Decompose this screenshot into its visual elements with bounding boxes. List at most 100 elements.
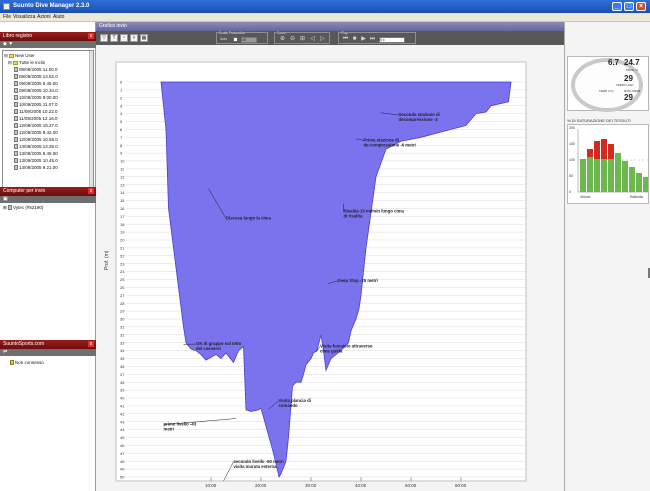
x-tick-label: 30:00 bbox=[305, 483, 317, 488]
y-tick-label: 46 bbox=[120, 443, 125, 448]
y-tick-label: 26 bbox=[120, 285, 125, 290]
minimize-icon[interactable]: _ bbox=[612, 2, 622, 11]
menu-actions[interactable]: Azioni bbox=[37, 14, 51, 21]
rewind-icon[interactable]: ⏮ bbox=[342, 36, 349, 43]
zoom-out-icon[interactable]: ⊖ bbox=[289, 36, 296, 43]
y-axis-label: Prof. (m) bbox=[104, 250, 110, 270]
maximize-icon[interactable]: □ bbox=[624, 2, 634, 11]
dive-icon bbox=[14, 158, 18, 163]
tree-scrollbar[interactable] bbox=[89, 51, 93, 187]
menu-view[interactable]: Visualizza bbox=[13, 14, 35, 21]
y-tick-label: 32 bbox=[120, 332, 125, 337]
y-tick-label: 42 bbox=[120, 411, 125, 416]
gauge-value-duration: 29 bbox=[624, 93, 633, 102]
y-tick-label: 13 bbox=[120, 182, 125, 187]
y-tick-label: 29 bbox=[120, 309, 125, 314]
right-panel: 6.7 24.7 PROF. m 29 TEMPO ASC TEMP (°C) … bbox=[564, 22, 650, 491]
computer-list: ⊞ Vytec (#52190) bbox=[2, 203, 94, 338]
depth-scale-input[interactable]: 45 bbox=[241, 37, 257, 43]
pin-icon[interactable]: x bbox=[88, 341, 94, 347]
tree-dive-entry[interactable]: 10/09/2005 11.07.0 bbox=[14, 101, 57, 108]
log-toolbar: ◆ ▼ bbox=[0, 41, 96, 48]
app-icon bbox=[3, 3, 10, 10]
tree-dive-entry[interactable]: 14/09/2005 9.21.00 bbox=[14, 164, 58, 171]
annotation-label: secondo livello -50 metri visita murata e… bbox=[234, 459, 284, 469]
tissue-bar bbox=[636, 173, 642, 192]
dive-profile-chart[interactable]: 0123456789101112131415161718192021222324… bbox=[96, 45, 564, 491]
pan-right-icon[interactable]: ▷ bbox=[319, 36, 326, 43]
y-tick-label: 35 bbox=[120, 356, 125, 361]
tree-dive-entry[interactable]: 11/09/2005 12.16.0 bbox=[14, 115, 57, 122]
dive-icon bbox=[14, 116, 18, 121]
x-tick-label: 50:00 bbox=[405, 483, 417, 488]
menu-help[interactable]: Aiuto bbox=[53, 14, 64, 21]
tree-dive-entry[interactable]: 12/09/2005 15.27.0 bbox=[14, 122, 58, 129]
pressure-icon[interactable]: ~ bbox=[120, 34, 128, 42]
sports-panel-title: SuuntoSports.com bbox=[3, 341, 45, 347]
tree-user-node[interactable]: ⊟ New User bbox=[4, 52, 35, 59]
stop-icon[interactable]: ■ bbox=[351, 36, 358, 43]
annotation-label: Discesa lungo la cima bbox=[226, 215, 272, 220]
tree-dive-entry[interactable]: 08/09/2005 11.00.0 bbox=[14, 66, 57, 73]
tree-dive-entry[interactable]: 13/09/2005 10.45.0 bbox=[14, 157, 58, 164]
auto-scale-checkbox[interactable] bbox=[233, 37, 238, 42]
play-speed-select[interactable]: 5 x bbox=[379, 37, 405, 43]
x-tick-label: 60:00 bbox=[455, 483, 467, 488]
gauge-value-depth: 24.7 bbox=[624, 58, 640, 67]
y-tick-label: 41 bbox=[120, 404, 125, 409]
marker-icon[interactable]: ◊ bbox=[130, 34, 138, 42]
tree-dive-entry[interactable]: 09/09/2005 8.45.00 bbox=[14, 80, 58, 87]
connect-icon[interactable]: ⇄ bbox=[3, 349, 7, 356]
tree-dive-entry[interactable]: 13/09/2005 13.35.0 bbox=[14, 143, 58, 150]
pin-icon[interactable]: x bbox=[88, 188, 94, 194]
dive-icon bbox=[14, 137, 18, 142]
zoom-group: Zoom ⊕ ⊖ ⊞ ◁ ▷ bbox=[274, 31, 330, 44]
y-tick-label: 24 bbox=[120, 269, 125, 274]
y-tick-label: 10 bbox=[120, 159, 125, 164]
y-tick-label: 44 bbox=[120, 427, 125, 432]
gauge-label-asc: TEMPO ASC bbox=[616, 83, 634, 87]
binoculars-icon[interactable]: ◆ ▼ bbox=[3, 41, 13, 48]
dive-icon bbox=[14, 74, 18, 79]
dive-gauge: 6.7 24.7 PROF. m 29 TEMPO ASC TEMP (°C) … bbox=[567, 56, 649, 112]
profile-icon[interactable]: ▽ bbox=[100, 34, 108, 42]
y-tick-label: 47 bbox=[120, 451, 125, 456]
dive-icon bbox=[14, 130, 18, 135]
tree-dive-entry[interactable]: 12/09/2005 10.59.0 bbox=[14, 136, 58, 143]
pan-left-icon[interactable]: ◁ bbox=[309, 36, 316, 43]
chart-toolbar: ▽ T ~ ◊ ▦ Scala Profondita Auto 45 Zoom … bbox=[96, 31, 564, 45]
tree-dive-entry[interactable]: 12/09/2005 8.42.00 bbox=[14, 129, 58, 136]
annotation-label: Deep Stop -25 metri bbox=[338, 278, 378, 283]
tree-dive-entry[interactable]: 09/09/2005 10.34.0 bbox=[14, 87, 58, 94]
play-icon[interactable]: ▶ bbox=[360, 36, 367, 43]
tissue-bar bbox=[629, 167, 635, 192]
y-tick-label: 28 bbox=[120, 301, 125, 306]
x-tick-label: 10:00 bbox=[205, 483, 217, 488]
tree-dive-entry[interactable]: 10/09/2005 9.00.00 bbox=[14, 94, 58, 101]
tree-dive-entry[interactable]: 08/09/2005 13.52.0 bbox=[14, 73, 58, 80]
forward-icon[interactable]: ⏭ bbox=[369, 36, 376, 43]
device-node[interactable]: ⊞ Vytec (#52190) bbox=[3, 204, 43, 211]
zoom-in-icon[interactable]: ⊕ bbox=[279, 36, 286, 43]
y-tick-label: 15 bbox=[120, 198, 125, 203]
tree-dive-entry[interactable]: 13/09/2005 8.45.00 bbox=[14, 150, 58, 157]
dive-icon bbox=[14, 123, 18, 128]
temperature-icon[interactable]: T bbox=[110, 34, 118, 42]
y-tick-label: 43 bbox=[120, 419, 125, 424]
folder-icon bbox=[13, 61, 19, 65]
tissue-x-label-fast: Veloce bbox=[580, 195, 591, 199]
tree-dive-entry[interactable]: 11/09/2005 10.22.0 bbox=[14, 108, 57, 115]
zoom-label: Zoom bbox=[277, 31, 286, 35]
menu-file[interactable]: File bbox=[3, 14, 11, 21]
grid-icon[interactable]: ▦ bbox=[140, 34, 148, 42]
pin-icon[interactable]: x bbox=[88, 33, 94, 39]
computer-icon[interactable]: ▣ bbox=[3, 196, 8, 203]
y-tick-label: 36 bbox=[120, 364, 125, 369]
zoom-fit-icon[interactable]: ⊞ bbox=[299, 36, 306, 43]
tissue-saturation-chart: 200 150 100 50 0 Veloce Rallenta bbox=[567, 124, 649, 204]
x-tick-label: 20:00 bbox=[255, 483, 267, 488]
computer-toolbar: ▣ bbox=[0, 196, 96, 203]
tree-folder-node[interactable]: ⊟ Tutte le inclsi bbox=[8, 59, 45, 66]
close-icon[interactable]: × bbox=[636, 2, 646, 11]
tissue-bar bbox=[615, 153, 621, 192]
